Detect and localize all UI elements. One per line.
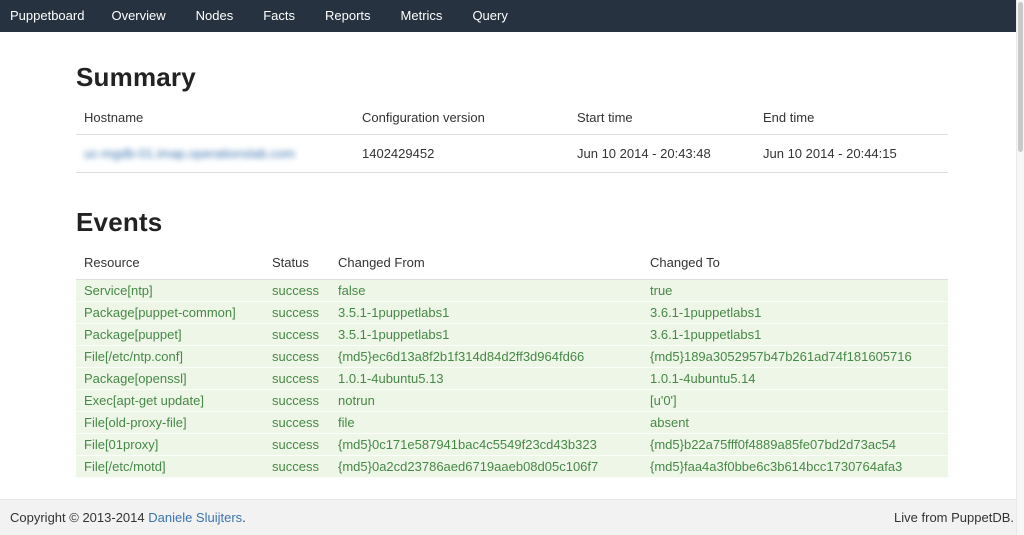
nav-item-facts[interactable]: Facts: [248, 0, 310, 32]
event-changed-to: {md5}189a3052957b47b261ad74f181605716: [642, 346, 948, 368]
author-link[interactable]: Daniele Sluijters: [148, 510, 242, 525]
event-changed-to: 3.6.1-1puppetlabs1: [642, 302, 948, 324]
events-heading: Events: [76, 207, 948, 238]
event-changed-from: 1.0.1-4ubuntu5.13: [330, 368, 642, 390]
summary-row: uc-mgdb-01.imap.operationslab.com 140242…: [76, 135, 948, 173]
events-header-row: Resource Status Changed From Changed To: [76, 246, 948, 280]
event-status: success: [264, 368, 330, 390]
nav-item-query[interactable]: Query: [457, 0, 522, 32]
event-status: success: [264, 346, 330, 368]
event-row: Package[openssl] success 1.0.1-4ubuntu5.…: [76, 368, 948, 390]
event-row: File[old-proxy-file] success file absent: [76, 412, 948, 434]
summary-col-end-time: End time: [755, 101, 948, 135]
event-changed-to: {md5}b22a75fff0f4889a85fe07bd2d73ac54: [642, 434, 948, 456]
nav-brand-puppetboard[interactable]: Puppetboard: [0, 0, 96, 32]
event-row: Package[puppet] success 3.5.1-1puppetlab…: [76, 324, 948, 346]
copyright-text: Copyright © 2013-2014 Daniele Sluijters.: [10, 510, 246, 525]
events-col-status: Status: [264, 246, 330, 280]
event-changed-from: 3.5.1-1puppetlabs1: [330, 302, 642, 324]
event-resource: File[/etc/ntp.conf]: [76, 346, 264, 368]
events-table: Resource Status Changed From Changed To …: [76, 246, 948, 478]
event-changed-to: true: [642, 280, 948, 302]
event-changed-to: absent: [642, 412, 948, 434]
summary-table: Hostname Configuration version Start tim…: [76, 101, 948, 173]
copyright-suffix: .: [242, 510, 246, 525]
event-resource: Package[puppet-common]: [76, 302, 264, 324]
event-changed-to: [u'0']: [642, 390, 948, 412]
page-footer: Copyright © 2013-2014 Daniele Sluijters.…: [0, 499, 1024, 535]
event-row: Package[puppet-common] success 3.5.1-1pu…: [76, 302, 948, 324]
event-changed-to: 3.6.1-1puppetlabs1: [642, 324, 948, 346]
start-time-value: Jun 10 2014 - 20:43:48: [569, 135, 755, 173]
event-status: success: [264, 302, 330, 324]
scrollbar-thumb[interactable]: [1018, 2, 1023, 152]
events-col-resource: Resource: [76, 246, 264, 280]
event-resource: File[/etc/motd]: [76, 456, 264, 478]
event-row: File[01proxy] success {md5}0c171e587941b…: [76, 434, 948, 456]
event-status: success: [264, 412, 330, 434]
nav-item-overview[interactable]: Overview: [96, 0, 180, 32]
event-row: File[/etc/motd] success {md5}0a2cd23786a…: [76, 456, 948, 478]
event-status: success: [264, 324, 330, 346]
event-changed-from: false: [330, 280, 642, 302]
main-content: Summary Hostname Configuration version S…: [0, 32, 1024, 499]
event-changed-from: {md5}0c171e587941bac4c5549f23cd43b323: [330, 434, 642, 456]
event-status: success: [264, 280, 330, 302]
events-col-changed-from: Changed From: [330, 246, 642, 280]
event-changed-from: file: [330, 412, 642, 434]
event-changed-from: {md5}ec6d13a8f2b1f314d84d2ff3d964fd66: [330, 346, 642, 368]
event-resource: Package[puppet]: [76, 324, 264, 346]
scrollbar-track[interactable]: [1016, 0, 1024, 535]
summary-col-start-time: Start time: [569, 101, 755, 135]
summary-col-config-version: Configuration version: [354, 101, 569, 135]
copyright-prefix: Copyright © 2013-2014: [10, 510, 148, 525]
event-resource: Service[ntp]: [76, 280, 264, 302]
event-resource: Package[openssl]: [76, 368, 264, 390]
event-row: Exec[apt-get update] success notrun [u'0…: [76, 390, 948, 412]
event-resource: Exec[apt-get update]: [76, 390, 264, 412]
event-changed-to: 1.0.1-4ubuntu5.14: [642, 368, 948, 390]
event-changed-from: {md5}0a2cd23786aed6719aaeb08d05c106f7: [330, 456, 642, 478]
nav-item-metrics[interactable]: Metrics: [386, 0, 458, 32]
event-resource: File[old-proxy-file]: [76, 412, 264, 434]
event-resource: File[01proxy]: [76, 434, 264, 456]
nav-item-nodes[interactable]: Nodes: [181, 0, 249, 32]
hostname-link[interactable]: uc-mgdb-01.imap.operationslab.com: [84, 146, 295, 161]
event-status: success: [264, 456, 330, 478]
summary-header-row: Hostname Configuration version Start tim…: [76, 101, 948, 135]
puppetdb-status: Live from PuppetDB.: [894, 510, 1014, 525]
event-changed-to: {md5}faa4a3f0bbe6c3b614bcc1730764afa3: [642, 456, 948, 478]
top-navbar: Puppetboard Overview Nodes Facts Reports…: [0, 0, 1024, 32]
nav-item-reports[interactable]: Reports: [310, 0, 386, 32]
events-col-changed-to: Changed To: [642, 246, 948, 280]
summary-heading: Summary: [76, 62, 948, 93]
event-status: success: [264, 434, 330, 456]
event-changed-from: 3.5.1-1puppetlabs1: [330, 324, 642, 346]
summary-col-hostname: Hostname: [76, 101, 354, 135]
event-changed-from: notrun: [330, 390, 642, 412]
config-version-value: 1402429452: [354, 135, 569, 173]
event-row: Service[ntp] success false true: [76, 280, 948, 302]
event-status: success: [264, 390, 330, 412]
end-time-value: Jun 10 2014 - 20:44:15: [755, 135, 948, 173]
event-row: File[/etc/ntp.conf] success {md5}ec6d13a…: [76, 346, 948, 368]
